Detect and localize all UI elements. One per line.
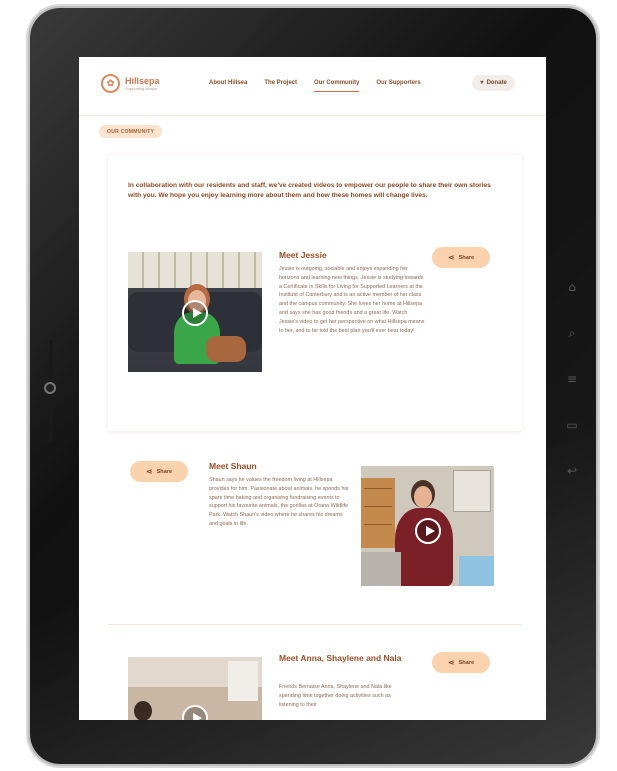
share-icon: ⋖ xyxy=(145,467,153,476)
share-button-jessie[interactable]: ⋖ Share xyxy=(432,247,490,268)
search-icon: ⌕ xyxy=(568,326,576,340)
share-label: Share xyxy=(458,659,475,666)
person-hair xyxy=(134,701,152,720)
nav-link-supporters[interactable]: Our Supporters xyxy=(376,80,420,92)
share-label: Share xyxy=(458,254,475,261)
logo-name: Hillsepa xyxy=(125,76,160,86)
drawer-line xyxy=(364,506,392,507)
member-bio-anna-shaylene-nala: Friends Bernaise Anna, Shaylene and Nala… xyxy=(279,684,392,708)
tablet-side-buttons: ⌂ ⌕ ≡ ▭ ↩ xyxy=(562,280,582,510)
member-bio-jessie: Jessie is outgoing, sociable and enjoys … xyxy=(279,266,425,334)
share-button-anna-shaylene-nala[interactable]: ⋖ Share xyxy=(432,652,490,673)
nav-link-project[interactable]: The Project xyxy=(264,80,297,92)
back-icon: ↩ xyxy=(566,464,578,478)
video-shaun[interactable] xyxy=(361,466,494,586)
top-nav: ✿ Hillsepa Supporting people About Hills… xyxy=(79,57,546,116)
site-logo[interactable]: ✿ Hillsepa Supporting people xyxy=(101,74,160,93)
doorway xyxy=(228,661,258,701)
floor-clutter xyxy=(361,552,401,586)
video-jessie[interactable] xyxy=(128,252,262,372)
window-icon: ▭ xyxy=(566,418,578,432)
donate-button[interactable]: ♥ Donate xyxy=(472,75,515,91)
member-title-jessie: Meet Jessie xyxy=(279,250,327,260)
nav-link-community[interactable]: Our Community xyxy=(314,80,360,92)
play-icon[interactable] xyxy=(415,518,441,544)
logo-mark-icon: ✿ xyxy=(101,74,120,93)
person-face xyxy=(414,486,432,508)
home-icon: ⌂ xyxy=(568,280,576,294)
wall-picture xyxy=(453,470,491,512)
nav-links: About Hillsea The Project Our Community … xyxy=(209,80,438,92)
menu-icon: ≡ xyxy=(566,372,578,386)
share-button-shaun[interactable]: ⋖ Share xyxy=(130,461,188,482)
video-anna-shaylene-nala[interactable] xyxy=(128,657,262,720)
section-pill: OUR COMMUNITY xyxy=(99,125,163,138)
share-icon: ⋖ xyxy=(447,253,455,262)
drawer-line xyxy=(364,524,392,525)
play-icon[interactable] xyxy=(182,705,208,720)
member-title-anna-shaylene-nala: Meet Anna, Shaylene and Nala xyxy=(279,653,402,663)
heart-icon: ♥ xyxy=(480,80,484,86)
website-screen: ✿ Hillsepa Supporting people About Hills… xyxy=(79,57,546,720)
nav-link-about[interactable]: About Hillsea xyxy=(209,80,247,92)
share-icon: ⋖ xyxy=(447,658,455,667)
share-label: Share xyxy=(156,468,173,475)
blue-blanket xyxy=(459,556,494,586)
pet-dog xyxy=(206,336,246,362)
intro-text: In collaboration with our residents and … xyxy=(128,182,491,199)
logo-text: Hillsepa Supporting people xyxy=(125,76,160,91)
section-divider xyxy=(108,624,522,625)
window-backdrop xyxy=(128,252,262,288)
member-title-shaun: Meet Shaun xyxy=(209,461,257,471)
drawer-line xyxy=(364,488,392,489)
volume-knob xyxy=(44,382,56,394)
member-bio-shaun: Shaun says he values the freedom living … xyxy=(209,477,349,527)
play-icon[interactable] xyxy=(182,300,208,326)
logo-subtitle: Supporting people xyxy=(125,86,158,91)
donate-label: Donate xyxy=(486,80,507,86)
